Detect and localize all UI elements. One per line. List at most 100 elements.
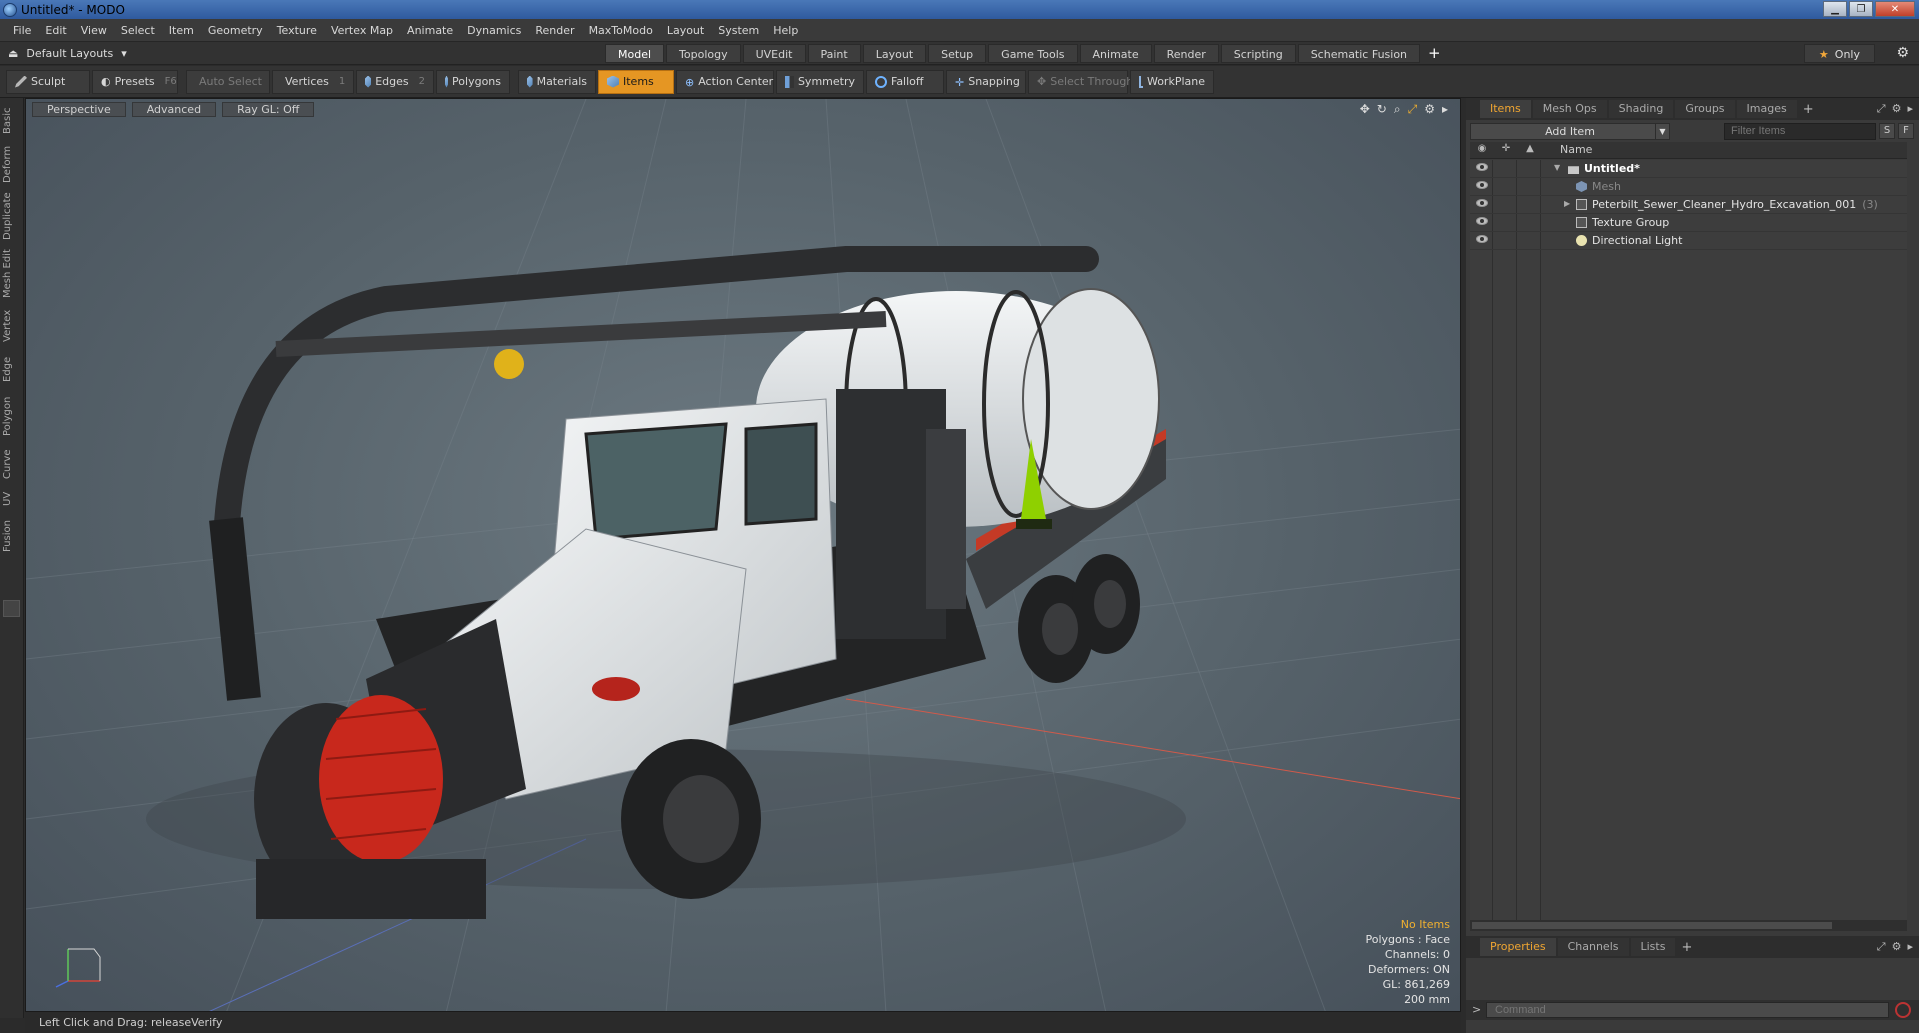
menu-select[interactable]: Select — [114, 19, 162, 42]
menu-vertex-map[interactable]: Vertex Map — [324, 19, 400, 42]
tab-properties[interactable]: Properties — [1480, 938, 1556, 956]
visibility-eye-icon[interactable] — [1476, 181, 1488, 189]
panel-menu-arrow-icon[interactable]: ▸ — [1907, 940, 1913, 954]
lock-column-icon[interactable]: ✛ — [1496, 143, 1516, 154]
vtab-deform[interactable]: Deform — [2, 144, 22, 184]
add-tab-icon[interactable]: + — [1428, 44, 1441, 63]
pan-icon[interactable]: ✥ — [1360, 102, 1370, 117]
minimize-icon[interactable]: ▁ — [1823, 1, 1847, 17]
materials-button[interactable]: Materials — [518, 69, 596, 94]
visibility-eye-icon[interactable] — [1476, 199, 1488, 207]
vtab-curve[interactable]: Curve — [2, 446, 22, 482]
tab-layout[interactable]: Layout — [862, 44, 927, 63]
raygl-button[interactable]: Ray GL: Off — [222, 102, 315, 117]
scrollbar-thumb[interactable] — [1472, 922, 1832, 929]
tool-pin-button[interactable] — [3, 600, 20, 617]
menu-help[interactable]: Help — [766, 19, 805, 42]
add-props-tab-icon[interactable]: + — [1681, 940, 1692, 955]
expand-icon[interactable]: ⤢ — [1877, 102, 1886, 116]
menu-edit[interactable]: Edit — [38, 19, 73, 42]
tab-scripting[interactable]: Scripting — [1220, 44, 1296, 63]
polygons-button[interactable]: Polygons — [436, 69, 510, 94]
tab-model[interactable]: Model — [605, 44, 665, 63]
vtab-duplicate[interactable]: Duplicate — [2, 190, 22, 242]
tab-schematic-fusion[interactable]: Schematic Fusion — [1297, 44, 1421, 63]
tab-images[interactable]: Images — [1736, 100, 1797, 118]
tab-paint[interactable]: Paint — [807, 44, 861, 63]
menu-view[interactable]: View — [74, 19, 114, 42]
tab-render[interactable]: Render — [1153, 44, 1219, 63]
presets-button[interactable]: ◐ Presets F6 — [92, 69, 178, 94]
menu-file[interactable]: File — [6, 19, 38, 42]
tab-animate[interactable]: Animate — [1079, 44, 1152, 63]
menu-render[interactable]: Render — [528, 19, 581, 42]
action-center-button[interactable]: ⊕ Action Center — [676, 69, 774, 94]
menu-dynamics[interactable]: Dynamics — [460, 19, 528, 42]
tab-setup[interactable]: Setup — [928, 44, 987, 63]
select-through-button[interactable]: ✥ Select Through — [1028, 69, 1133, 94]
visibility-eye-icon[interactable] — [1476, 235, 1488, 243]
only-button[interactable]: ★ Only — [1803, 44, 1875, 63]
tab-groups[interactable]: Groups — [1675, 100, 1735, 118]
panel-menu-arrow-icon[interactable]: ▸ — [1907, 102, 1913, 116]
item-row-directional-light[interactable]: Directional Light — [1470, 232, 1907, 250]
vtab-uv[interactable]: UV — [2, 488, 22, 510]
filter-f-button[interactable]: F — [1898, 123, 1914, 139]
tab-topology[interactable]: Topology — [666, 44, 741, 63]
item-row-peterbilt[interactable]: ▶ Peterbilt_Sewer_Cleaner_Hydro_Excavati… — [1470, 196, 1907, 214]
vtab-basic[interactable]: Basic — [2, 104, 22, 138]
3d-viewport[interactable]: Perspective Advanced Ray GL: Off ✥ ↻ ⌕ ⤢… — [25, 98, 1461, 1012]
filter-items-input[interactable] — [1724, 122, 1876, 140]
tab-shading[interactable]: Shading — [1608, 100, 1674, 118]
menu-layout[interactable]: Layout — [660, 19, 711, 42]
visibility-eye-icon[interactable] — [1476, 217, 1488, 225]
expand-toggle-icon[interactable]: ▼ — [1554, 163, 1560, 172]
falloff-button[interactable]: Falloff — [866, 69, 944, 94]
menu-animate[interactable]: Animate — [400, 19, 460, 42]
fit-icon[interactable]: ⤢ — [1408, 102, 1418, 117]
command-input[interactable] — [1486, 1002, 1889, 1018]
default-layouts-dropdown[interactable]: ⏏ Default Layouts ▾ — [8, 47, 127, 60]
expand-icon[interactable]: ⤢ — [1877, 940, 1886, 954]
visibility-column-eye-icon[interactable]: ◉ — [1472, 143, 1492, 154]
gear-icon[interactable]: ⚙ — [1896, 45, 1909, 61]
symmetry-button[interactable]: Symmetry — [776, 69, 864, 94]
viewport-menu-arrow-icon[interactable]: ▸ — [1442, 102, 1448, 117]
viewport-scene[interactable] — [26, 99, 1461, 1012]
menu-texture[interactable]: Texture — [270, 19, 324, 42]
panel-gear-icon[interactable]: ⚙ — [1892, 102, 1902, 116]
auto-select-button[interactable]: Auto Select — [186, 69, 270, 94]
add-item-button[interactable]: Add Item ▼ — [1470, 122, 1670, 140]
tab-mesh-ops[interactable]: Mesh Ops — [1532, 100, 1607, 118]
name-column-header[interactable]: Name — [1560, 143, 1592, 156]
vtab-fusion[interactable]: Fusion — [2, 516, 22, 556]
command-stop-icon[interactable] — [1895, 1002, 1911, 1018]
view-mode-button[interactable]: Perspective — [32, 102, 126, 117]
render-column-icon[interactable]: ▲ — [1520, 143, 1540, 154]
items-button[interactable]: Items — [598, 69, 674, 94]
menu-maxtomodo[interactable]: MaxToModo — [582, 19, 660, 42]
add-panel-tab-icon[interactable]: + — [1803, 102, 1814, 117]
zoom-icon[interactable]: ⌕ — [1394, 102, 1401, 117]
menu-system[interactable]: System — [711, 19, 766, 42]
menu-item[interactable]: Item — [162, 19, 201, 42]
item-row-scene[interactable]: ▼ Untitled* — [1470, 160, 1907, 178]
vertices-button[interactable]: Vertices 1 — [272, 69, 354, 94]
advanced-button[interactable]: Advanced — [131, 102, 217, 117]
expand-toggle-icon[interactable]: ▶ — [1564, 199, 1570, 208]
viewport-gear-icon[interactable]: ⚙ — [1424, 102, 1435, 117]
snapping-button[interactable]: ✛ Snapping — [946, 69, 1026, 94]
tab-uvedit[interactable]: UVEdit — [742, 44, 806, 63]
tab-channels[interactable]: Channels — [1557, 938, 1629, 956]
maximize-icon[interactable]: ❐ — [1849, 1, 1873, 17]
rotate-icon[interactable]: ↻ — [1377, 102, 1387, 117]
item-list-scrollbar[interactable] — [1470, 920, 1907, 931]
item-row-texture-group[interactable]: Texture Group — [1470, 214, 1907, 232]
tab-game-tools[interactable]: Game Tools — [988, 44, 1078, 63]
visibility-eye-icon[interactable] — [1476, 163, 1488, 171]
workplane-button[interactable]: WorkPlane — [1130, 69, 1214, 94]
tab-lists[interactable]: Lists — [1630, 938, 1676, 956]
sculpt-button[interactable]: Sculpt — [6, 69, 90, 94]
item-row-mesh[interactable]: Mesh — [1470, 178, 1907, 196]
vtab-mesh-edit[interactable]: Mesh Edit — [2, 248, 22, 300]
